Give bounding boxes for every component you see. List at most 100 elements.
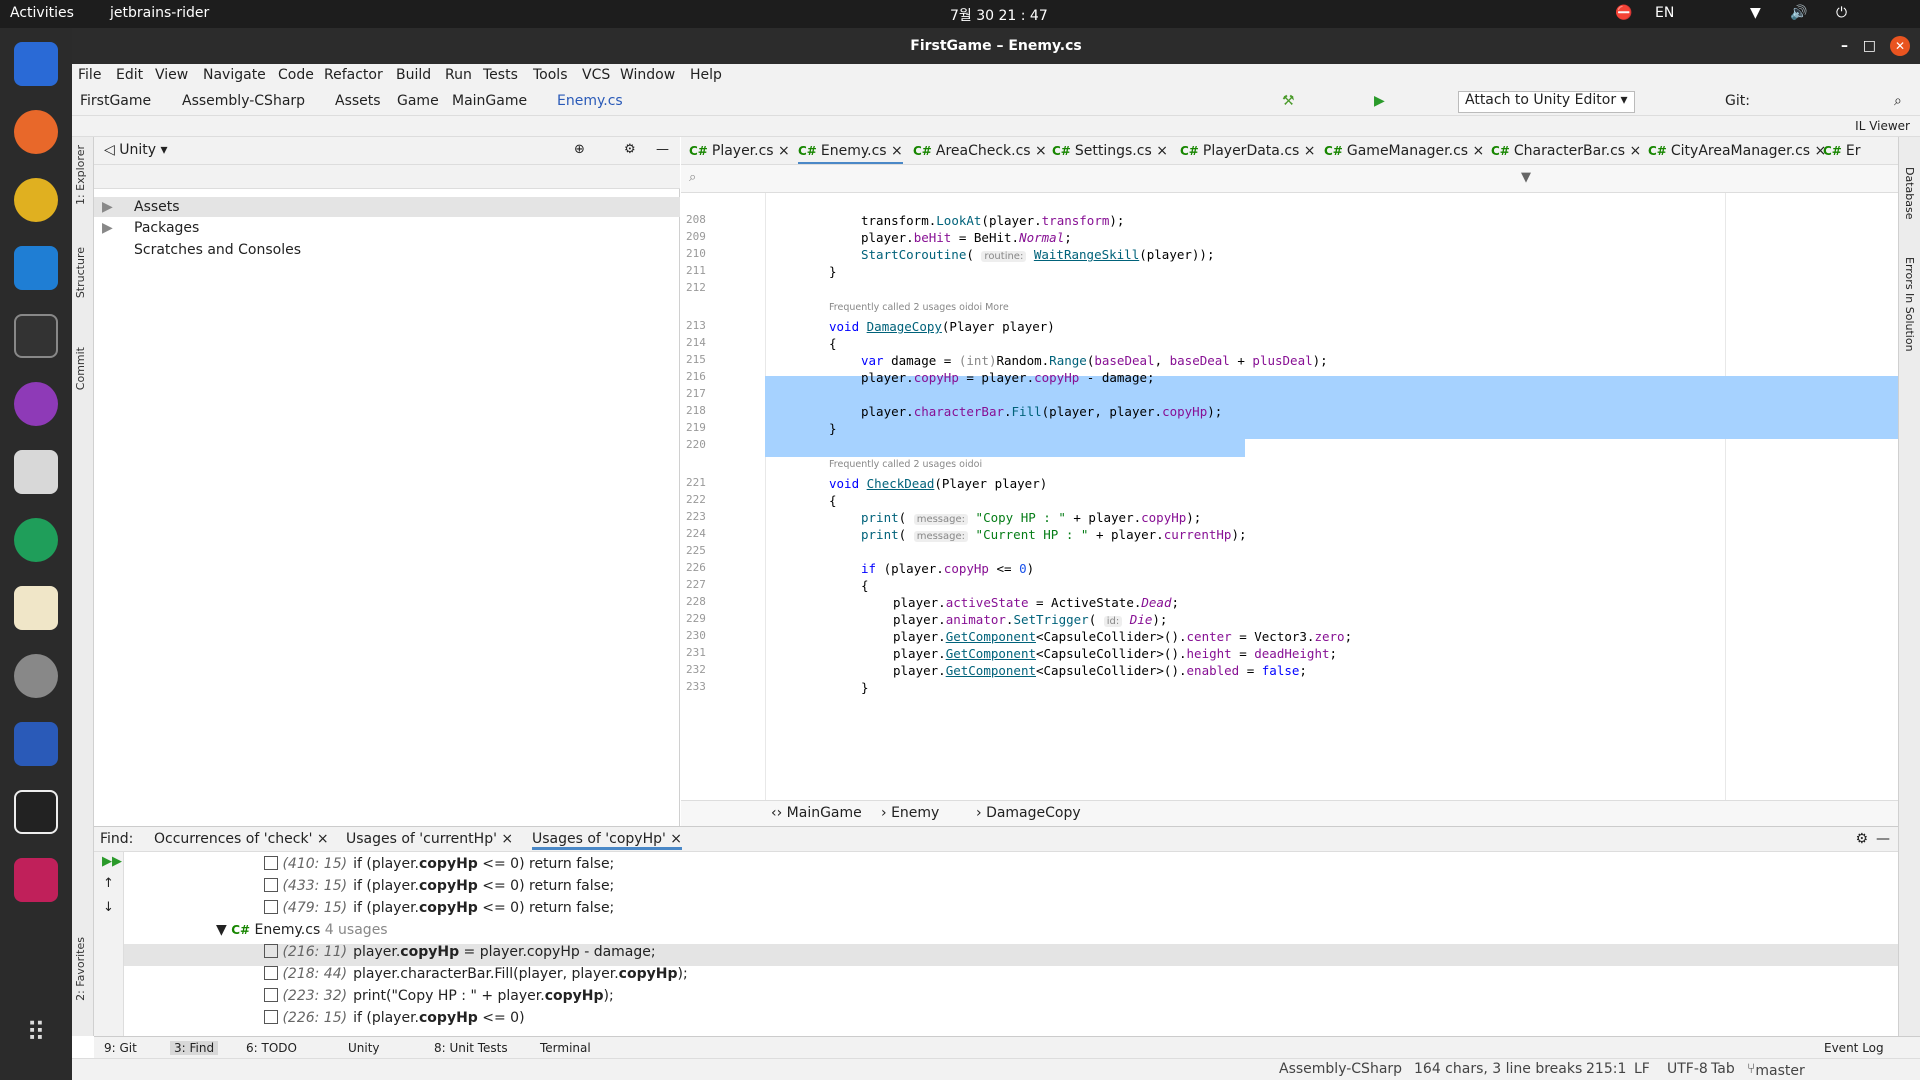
- show-apps-icon[interactable]: ⠿: [14, 1018, 58, 1062]
- tree-item-scratches[interactable]: Scratches and Consoles: [134, 242, 301, 258]
- commit-tool-tab[interactable]: Commit: [74, 347, 87, 390]
- status-indent[interactable]: Tab: [1711, 1061, 1735, 1077]
- find-group-enemy[interactable]: ▼ C# Enemy.cs 4 usages: [124, 922, 1898, 944]
- clock[interactable]: 7월 30 21 : 47: [950, 5, 1048, 25]
- code-vision-hint[interactable]: Frequently called 2 usages oidoi More: [829, 302, 1009, 313]
- il-viewer-button[interactable]: IL Viewer: [1855, 119, 1910, 133]
- rerun-icon[interactable]: ▶▶: [102, 854, 122, 869]
- vscode-icon[interactable]: [14, 246, 58, 290]
- tree-item-packages[interactable]: Packages: [134, 220, 199, 236]
- search-input[interactable]: [705, 168, 1165, 188]
- drawing-app-icon[interactable]: [14, 586, 58, 630]
- find-tool-button[interactable]: 3: Find: [170, 1041, 219, 1055]
- unit-tests-tool-button[interactable]: 8: Unit Tests: [434, 1041, 508, 1055]
- explorer-view-select[interactable]: ◁ Unity ▾: [104, 142, 168, 158]
- menu-run[interactable]: Run: [445, 67, 472, 83]
- hide-icon[interactable]: —: [1876, 831, 1890, 847]
- menu-code[interactable]: Code: [278, 67, 314, 83]
- network-icon[interactable]: ▼: [1750, 5, 1761, 21]
- event-log-button[interactable]: Event Log: [1824, 1041, 1884, 1055]
- crumb-namespace[interactable]: ‹› MainGame: [771, 805, 862, 821]
- nav-crumb-solution[interactable]: FirstGame: [80, 93, 151, 109]
- status-caret-position[interactable]: 215:1: [1586, 1061, 1626, 1077]
- firefox-icon[interactable]: [14, 110, 58, 154]
- run-icon[interactable]: ▶: [1374, 93, 1385, 109]
- sync-icon[interactable]: [14, 518, 58, 562]
- menu-vcs[interactable]: VCS: [582, 67, 610, 83]
- status-assembly[interactable]: Assembly-CSharp: [1279, 1061, 1402, 1077]
- expand-arrow-icon[interactable]: ▶: [102, 220, 113, 236]
- minimize-button[interactable]: –: [1841, 28, 1848, 64]
- rider-icon[interactable]: [14, 858, 58, 902]
- crumb-method[interactable]: › DamageCopy: [976, 805, 1081, 821]
- find-tab-copyhp[interactable]: Usages of 'copyHp' ×: [532, 831, 683, 850]
- list-item[interactable]: (218: 44) player.characterBar.Fill(player…: [124, 966, 1898, 988]
- tab-settings[interactable]: C# Settings.cs ×: [1052, 143, 1168, 159]
- menu-build[interactable]: Build: [396, 67, 431, 83]
- expand-arrow-icon[interactable]: ▶: [102, 199, 113, 215]
- editor-scrollbar[interactable]: [1878, 195, 1890, 795]
- errors-tool-tab[interactable]: Errors In Solution: [1903, 257, 1916, 352]
- menu-file[interactable]: File: [78, 67, 101, 83]
- unity-hub-icon[interactable]: [14, 382, 58, 426]
- language-indicator[interactable]: EN: [1655, 5, 1674, 21]
- database-tool-tab[interactable]: Database: [1903, 167, 1916, 220]
- list-item[interactable]: (216: 11) player.copyHp = player.copyHp -…: [124, 944, 1898, 966]
- list-item[interactable]: (433: 15) if (player.copyHp <= 0) return …: [124, 878, 1898, 900]
- activities-button[interactable]: Activities: [10, 5, 74, 21]
- code-vision-hint[interactable]: Frequently called 2 usages oidoi: [829, 459, 982, 470]
- power-icon[interactable]: ⏻: [1836, 5, 1847, 21]
- menu-tests[interactable]: Tests: [483, 67, 518, 83]
- gear-icon[interactable]: ⚙: [624, 142, 636, 157]
- terminal-tool-button[interactable]: Terminal: [540, 1041, 591, 1055]
- settings-icon[interactable]: [14, 654, 58, 698]
- tab-playerdata[interactable]: C# PlayerData.cs ×: [1180, 143, 1316, 159]
- menu-navigate[interactable]: Navigate: [203, 67, 266, 83]
- unity-icon[interactable]: [14, 790, 58, 834]
- terminal-icon[interactable]: [14, 314, 58, 358]
- nav-crumb-assets[interactable]: Assets: [335, 93, 381, 109]
- nav-crumb-project[interactable]: Assembly-CSharp: [182, 93, 305, 109]
- code-editor[interactable]: 208 transform.LookAt(player.transform); 2…: [681, 193, 1898, 800]
- menu-help[interactable]: Help: [690, 67, 722, 83]
- nav-crumb-maingame[interactable]: MainGame: [452, 93, 527, 109]
- nav-crumb-file[interactable]: Enemy.cs: [557, 93, 623, 109]
- menu-edit[interactable]: Edit: [116, 67, 143, 83]
- menu-tools[interactable]: Tools: [533, 67, 568, 83]
- find-tab-currenthp[interactable]: Usages of 'currentHp' ×: [346, 831, 513, 847]
- favorites-tool-tab[interactable]: 2: Favorites: [74, 937, 87, 1001]
- status-encoding[interactable]: UTF-8: [1667, 1061, 1708, 1077]
- build-icon[interactable]: ⚒: [1282, 93, 1295, 109]
- previous-occurrence-icon[interactable]: ↑: [103, 876, 114, 891]
- files-icon[interactable]: [14, 42, 58, 86]
- locate-icon[interactable]: ⊕: [574, 142, 585, 157]
- menu-view[interactable]: View: [155, 67, 188, 83]
- maximize-button[interactable]: □: [1863, 28, 1876, 64]
- explorer-tool-tab[interactable]: 1: Explorer: [74, 145, 87, 205]
- list-item[interactable]: (226: 15) if (player.copyHp <= 0): [124, 1010, 1898, 1032]
- status-line-ending[interactable]: LF: [1634, 1061, 1650, 1077]
- unity-tool-button[interactable]: Unity: [348, 1041, 380, 1055]
- find-tab-check[interactable]: Occurrences of 'check' ×: [154, 831, 329, 847]
- next-occurrence-icon[interactable]: ↓: [103, 900, 114, 915]
- crumb-class[interactable]: › Enemy: [881, 805, 939, 821]
- tab-cityareamanager[interactable]: C# CityAreaManager.cs ×: [1648, 143, 1826, 159]
- active-app-label[interactable]: jetbrains-rider: [110, 5, 209, 21]
- filter-icon[interactable]: ▼: [1521, 170, 1531, 185]
- run-config-select[interactable]: Attach to Unity Editor ▾: [1458, 91, 1635, 113]
- status-git-branch[interactable]: ⑂ master: [1747, 1061, 1805, 1079]
- list-item[interactable]: (479: 15) if (player.copyHp <= 0) return …: [124, 900, 1898, 922]
- screenshot-tool-icon[interactable]: [14, 450, 58, 494]
- tree-item-assets[interactable]: Assets: [134, 199, 180, 215]
- hide-icon[interactable]: —: [656, 142, 669, 157]
- volume-icon[interactable]: 🔊: [1790, 5, 1807, 21]
- menu-window[interactable]: Window: [620, 67, 675, 83]
- tab-characterbar[interactable]: C# CharacterBar.cs ×: [1491, 143, 1641, 159]
- gear-icon[interactable]: ⚙: [1855, 831, 1868, 847]
- structure-tool-tab[interactable]: Structure: [74, 247, 87, 298]
- git-tool-button[interactable]: 9: Git: [104, 1041, 137, 1055]
- list-item[interactable]: (223: 32) print("Copy HP : " + player.cop…: [124, 988, 1898, 1010]
- close-button[interactable]: ✕: [1890, 36, 1910, 56]
- menu-refactor[interactable]: Refactor: [324, 67, 383, 83]
- search-everywhere-icon[interactable]: ⌕: [1894, 93, 1902, 109]
